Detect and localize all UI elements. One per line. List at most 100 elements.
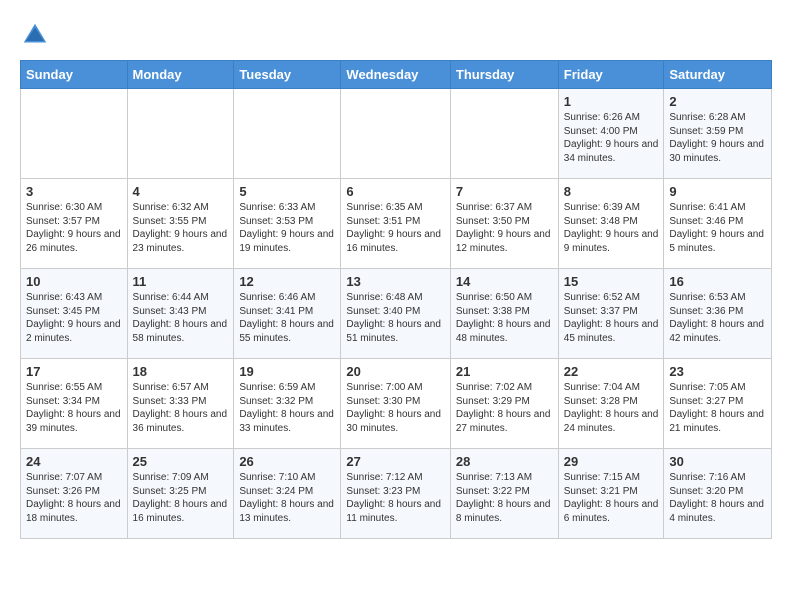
day-info: Sunrise: 6:32 AM Sunset: 3:55 PM Dayligh…: [133, 201, 229, 255]
calendar-cell: 24 Sunrise: 7:07 AM Sunset: 3:26 PM Dayli…: [21, 449, 128, 539]
calendar-cell: 8 Sunrise: 6:39 AM Sunset: 3:48 PM Daylig…: [558, 179, 664, 269]
calendar-cell: 6 Sunrise: 6:35 AM Sunset: 3:51 PM Daylig…: [341, 179, 450, 269]
calendar-row: 3 Sunrise: 6:30 AM Sunset: 3:57 PM Daylig…: [21, 179, 772, 269]
day-number: 15: [564, 274, 659, 289]
day-info: Sunrise: 6:52 AM Sunset: 3:37 PM Dayligh…: [564, 291, 659, 345]
day-info: Sunrise: 6:55 AM Sunset: 3:34 PM Dayligh…: [26, 381, 122, 435]
day-number: 14: [456, 274, 553, 289]
day-number: 25: [133, 454, 229, 469]
day-info: Sunrise: 7:15 AM Sunset: 3:21 PM Dayligh…: [564, 471, 659, 525]
header-day: Wednesday: [341, 61, 450, 89]
calendar-cell: 25 Sunrise: 7:09 AM Sunset: 3:25 PM Dayli…: [127, 449, 234, 539]
day-info: Sunrise: 6:44 AM Sunset: 3:43 PM Dayligh…: [133, 291, 229, 345]
day-number: 1: [564, 94, 659, 109]
day-number: 5: [239, 184, 335, 199]
calendar-cell: 16 Sunrise: 6:53 AM Sunset: 3:36 PM Dayli…: [664, 269, 772, 359]
day-info: Sunrise: 6:53 AM Sunset: 3:36 PM Dayligh…: [669, 291, 766, 345]
day-number: 8: [564, 184, 659, 199]
day-info: Sunrise: 6:37 AM Sunset: 3:50 PM Dayligh…: [456, 201, 553, 255]
day-number: 17: [26, 364, 122, 379]
calendar-cell: 30Sunrise: 7:16 AM Sunset: 3:20 PM Dayli…: [664, 449, 772, 539]
day-number: 4: [133, 184, 229, 199]
day-info: Sunrise: 6:28 AM Sunset: 3:59 PM Dayligh…: [669, 111, 766, 165]
calendar-cell: 14 Sunrise: 6:50 AM Sunset: 3:38 PM Dayli…: [450, 269, 558, 359]
day-info: Sunrise: 6:46 AM Sunset: 3:41 PM Dayligh…: [239, 291, 335, 345]
day-number: 19: [239, 364, 335, 379]
day-info: Sunrise: 6:30 AM Sunset: 3:57 PM Dayligh…: [26, 201, 122, 255]
calendar-cell: 11 Sunrise: 6:44 AM Sunset: 3:43 PM Dayli…: [127, 269, 234, 359]
calendar-cell: 20 Sunrise: 7:00 AM Sunset: 3:30 PM Dayli…: [341, 359, 450, 449]
calendar-cell: 28Sunrise: 7:13 AM Sunset: 3:22 PM Dayli…: [450, 449, 558, 539]
day-number: 24: [26, 454, 122, 469]
calendar-row: 10 Sunrise: 6:43 AM Sunset: 3:45 PM Dayli…: [21, 269, 772, 359]
calendar-cell: 27 Sunrise: 7:12 AM Sunset: 3:23 PM Dayli…: [341, 449, 450, 539]
calendar-cell: 4 Sunrise: 6:32 AM Sunset: 3:55 PM Daylig…: [127, 179, 234, 269]
calendar-cell: 17 Sunrise: 6:55 AM Sunset: 3:34 PM Dayli…: [21, 359, 128, 449]
day-number: 21: [456, 364, 553, 379]
header-row: SundayMondayTuesdayWednesdayThursdayFrid…: [21, 61, 772, 89]
day-number: 28: [456, 454, 553, 469]
calendar-cell: 22 Sunrise: 7:04 AM Sunset: 3:28 PM Dayli…: [558, 359, 664, 449]
day-number: 27: [346, 454, 444, 469]
calendar-cell: 23 Sunrise: 7:05 AM Sunset: 3:27 PM Dayli…: [664, 359, 772, 449]
calendar-row: 17 Sunrise: 6:55 AM Sunset: 3:34 PM Dayli…: [21, 359, 772, 449]
day-info: Sunrise: 6:43 AM Sunset: 3:45 PM Dayligh…: [26, 291, 122, 345]
header-day: Monday: [127, 61, 234, 89]
calendar-body: 1 Sunrise: 6:26 AM Sunset: 4:00 PM Daylig…: [21, 89, 772, 539]
day-number: 2: [669, 94, 766, 109]
day-info: Sunrise: 7:05 AM Sunset: 3:27 PM Dayligh…: [669, 381, 766, 435]
day-number: 9: [669, 184, 766, 199]
calendar-cell: 9 Sunrise: 6:41 AM Sunset: 3:46 PM Daylig…: [664, 179, 772, 269]
calendar-cell: 1 Sunrise: 6:26 AM Sunset: 4:00 PM Daylig…: [558, 89, 664, 179]
day-info: Sunrise: 6:48 AM Sunset: 3:40 PM Dayligh…: [346, 291, 444, 345]
calendar-cell: [127, 89, 234, 179]
calendar-header: SundayMondayTuesdayWednesdayThursdayFrid…: [21, 61, 772, 89]
day-number: 11: [133, 274, 229, 289]
day-number: 29: [564, 454, 659, 469]
day-number: 20: [346, 364, 444, 379]
day-number: 13: [346, 274, 444, 289]
day-info: Sunrise: 6:59 AM Sunset: 3:32 PM Dayligh…: [239, 381, 335, 435]
calendar-cell: 18Sunrise: 6:57 AM Sunset: 3:33 PM Dayli…: [127, 359, 234, 449]
header-day: Saturday: [664, 61, 772, 89]
day-info: Sunrise: 7:12 AM Sunset: 3:23 PM Dayligh…: [346, 471, 444, 525]
calendar-cell: 3 Sunrise: 6:30 AM Sunset: 3:57 PM Daylig…: [21, 179, 128, 269]
day-info: Sunrise: 7:02 AM Sunset: 3:29 PM Dayligh…: [456, 381, 553, 435]
calendar-cell: 10 Sunrise: 6:43 AM Sunset: 3:45 PM Dayli…: [21, 269, 128, 359]
calendar-cell: [341, 89, 450, 179]
day-info: Sunrise: 6:50 AM Sunset: 3:38 PM Dayligh…: [456, 291, 553, 345]
day-info: Sunrise: 6:57 AM Sunset: 3:33 PM Dayligh…: [133, 381, 229, 435]
day-info: Sunrise: 6:26 AM Sunset: 4:00 PM Dayligh…: [564, 111, 659, 165]
calendar-cell: 2 Sunrise: 6:28 AM Sunset: 3:59 PM Daylig…: [664, 89, 772, 179]
day-info: Sunrise: 7:00 AM Sunset: 3:30 PM Dayligh…: [346, 381, 444, 435]
day-number: 7: [456, 184, 553, 199]
day-info: Sunrise: 7:04 AM Sunset: 3:28 PM Dayligh…: [564, 381, 659, 435]
logo: [20, 20, 54, 50]
calendar-cell: 12Sunrise: 6:46 AM Sunset: 3:41 PM Dayli…: [234, 269, 341, 359]
calendar-cell: 26Sunrise: 7:10 AM Sunset: 3:24 PM Dayli…: [234, 449, 341, 539]
calendar-cell: 13 Sunrise: 6:48 AM Sunset: 3:40 PM Dayli…: [341, 269, 450, 359]
header-day: Sunday: [21, 61, 128, 89]
day-info: Sunrise: 7:07 AM Sunset: 3:26 PM Dayligh…: [26, 471, 122, 525]
day-number: 26: [239, 454, 335, 469]
calendar-row: 1 Sunrise: 6:26 AM Sunset: 4:00 PM Daylig…: [21, 89, 772, 179]
day-number: 22: [564, 364, 659, 379]
day-info: Sunrise: 7:09 AM Sunset: 3:25 PM Dayligh…: [133, 471, 229, 525]
day-info: Sunrise: 6:35 AM Sunset: 3:51 PM Dayligh…: [346, 201, 444, 255]
day-number: 23: [669, 364, 766, 379]
header-day: Thursday: [450, 61, 558, 89]
day-number: 3: [26, 184, 122, 199]
day-info: Sunrise: 6:41 AM Sunset: 3:46 PM Dayligh…: [669, 201, 766, 255]
calendar-cell: 7 Sunrise: 6:37 AM Sunset: 3:50 PM Daylig…: [450, 179, 558, 269]
day-number: 6: [346, 184, 444, 199]
header-day: Friday: [558, 61, 664, 89]
header-day: Tuesday: [234, 61, 341, 89]
day-number: 16: [669, 274, 766, 289]
calendar-cell: 5Sunrise: 6:33 AM Sunset: 3:53 PM Daylig…: [234, 179, 341, 269]
calendar-table: SundayMondayTuesdayWednesdayThursdayFrid…: [20, 60, 772, 539]
day-number: 10: [26, 274, 122, 289]
calendar-cell: [450, 89, 558, 179]
calendar-row: 24 Sunrise: 7:07 AM Sunset: 3:26 PM Dayli…: [21, 449, 772, 539]
page-header: [20, 20, 772, 50]
day-info: Sunrise: 6:39 AM Sunset: 3:48 PM Dayligh…: [564, 201, 659, 255]
